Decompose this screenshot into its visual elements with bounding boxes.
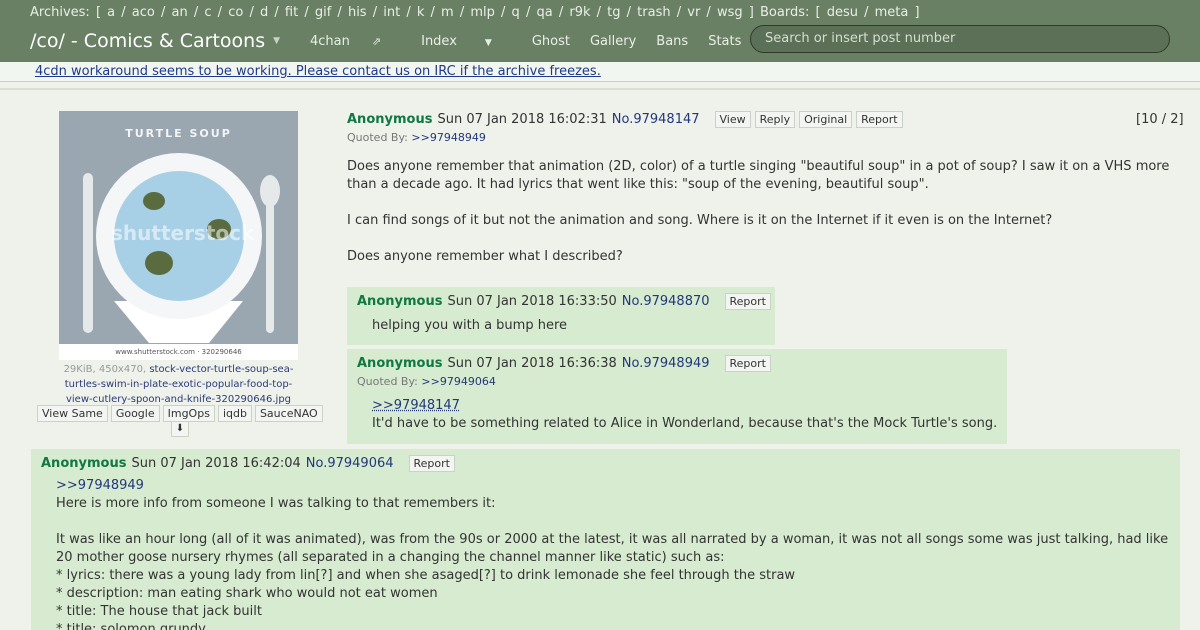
post-date: Sun 07 Jan 2018 16:02:31 <box>437 112 607 127</box>
download-icon[interactable]: ⬇ <box>171 421 189 437</box>
nav-gallery[interactable]: Gallery <box>590 34 636 49</box>
post-text: I can find songs of it but not the anima… <box>347 213 1053 228</box>
reply-button[interactable]: Reply <box>754 111 796 128</box>
external-link-icon: ⇗ <box>371 34 382 48</box>
op-header: Anonymous Sun 07 Jan 2018 16:02:31 No.97… <box>347 111 907 128</box>
reply-post: Anonymous Sun 07 Jan 2018 16:33:50 No.97… <box>347 287 775 345</box>
image-search-buttons: View Same Google ImgOps iqdb SauceNAO <box>37 405 323 422</box>
archive-link-r9k[interactable]: r9k <box>569 5 590 20</box>
poster-name: Anonymous <box>357 294 443 309</box>
post-number-link[interactable]: No.97948949 <box>622 356 710 371</box>
post-text: helping you with a bump here <box>372 318 567 333</box>
top-bar: Archives: [ a / aco / an / c / co / d / … <box>0 0 1200 62</box>
post-text: Does anyone remember what I described? <box>347 249 623 264</box>
post-text: * description: man eating shark who woul… <box>56 586 438 601</box>
post-date: Sun 07 Jan 2018 16:36:38 <box>447 356 617 371</box>
post-date: Sun 07 Jan 2018 16:33:50 <box>447 294 617 309</box>
quote-link[interactable]: >>97948949 <box>56 477 1176 495</box>
report-button[interactable]: Report <box>856 111 903 128</box>
quote-link[interactable]: >>97949064 <box>421 375 495 388</box>
archive-link-wsg[interactable]: wsg <box>717 5 743 20</box>
notice-link[interactable]: 4cdn workaround seems to be working. Ple… <box>35 64 601 79</box>
quote-link[interactable]: >>97948147 <box>372 397 460 415</box>
notice-bar: 4cdn workaround seems to be working. Ple… <box>0 62 1200 82</box>
quote-link[interactable]: >>97948949 <box>411 131 485 144</box>
iqdb-button[interactable]: iqdb <box>217 405 252 422</box>
archive-link-trash[interactable]: trash <box>637 5 670 20</box>
archive-link-d[interactable]: d <box>260 5 268 20</box>
quoted-by: Quoted By: >>97949064 <box>357 375 496 388</box>
board-title[interactable]: /co/ - Comics & Cartoons <box>30 30 265 52</box>
post-text: * lyrics: there was a young lady from li… <box>56 568 796 583</box>
archive-link-aco[interactable]: aco <box>132 5 155 20</box>
poster-name: Anonymous <box>41 456 127 471</box>
nav-index[interactable]: Index ▼ <box>421 34 512 49</box>
report-button[interactable]: Report <box>408 455 455 472</box>
main-nav: /co/ - Comics & Cartoons ▼ 4chan ⇗ Index ▼… <box>30 28 761 54</box>
archive-link-his[interactable]: his <box>348 5 367 20</box>
google-button[interactable]: Google <box>110 405 160 422</box>
thumbnail-watermark: shutterstock <box>111 221 255 245</box>
nav-4chan[interactable]: 4chan ⇗ <box>310 34 401 49</box>
post-date: Sun 07 Jan 2018 16:42:04 <box>131 456 301 471</box>
view-same-button[interactable]: View Same <box>37 405 108 422</box>
post-text: * title: solomon grundy <box>56 622 206 630</box>
post-text: It was like an hour long (all of it was … <box>56 532 1169 565</box>
chevron-down-icon: ▼ <box>484 37 492 48</box>
file-meta: 29KiB, 450x470, <box>63 364 147 375</box>
post-text: Does anyone remember that animation (2D,… <box>347 159 1170 192</box>
post-number-link[interactable]: No.97948870 <box>622 294 710 309</box>
poster-name: Anonymous <box>357 356 443 371</box>
post-text <box>56 513 1176 531</box>
view-button[interactable]: View <box>714 111 751 128</box>
archive-link-c[interactable]: c <box>204 5 211 20</box>
post-text: Here is more info from someone I was tal… <box>56 496 496 511</box>
nav-bans[interactable]: Bans <box>656 34 688 49</box>
divider <box>0 88 1200 90</box>
boards-label: Boards: <box>759 5 810 20</box>
nav-stats[interactable]: Stats <box>708 34 741 49</box>
archive-link-q[interactable]: q <box>512 5 520 20</box>
archive-link-vr[interactable]: vr <box>687 5 700 20</box>
saucenao-button[interactable]: SauceNAO <box>254 405 323 422</box>
quoted-by: Quoted By: >>97948949 <box>347 131 486 144</box>
report-button[interactable]: Report <box>724 355 771 372</box>
archive-link-int[interactable]: int <box>383 5 400 20</box>
archive-link-m[interactable]: m <box>441 5 454 20</box>
post-thumbnail[interactable]: TURTLE SOUP shutterstock www.shutterstoc… <box>59 111 298 360</box>
post-number-link[interactable]: No.97948147 <box>612 112 700 127</box>
archives-label: Archives: <box>30 5 90 20</box>
post-text: * title: The house that jack built <box>56 604 262 619</box>
reply-post: Anonymous Sun 07 Jan 2018 16:42:04 No.97… <box>31 449 1180 630</box>
search-input[interactable]: Search or insert post number <box>750 25 1170 53</box>
board-link-meta[interactable]: meta <box>875 5 909 20</box>
board-link-desu[interactable]: desu <box>827 5 858 20</box>
post-number-link[interactable]: No.97949064 <box>306 456 394 471</box>
imgops-button[interactable]: ImgOps <box>162 405 215 422</box>
archive-link-gif[interactable]: gif <box>315 5 331 20</box>
archive-link-a[interactable]: a <box>107 5 115 20</box>
thumbnail-footer: www.shutterstock.com · 320290646 <box>59 344 298 360</box>
nav-ghost[interactable]: Ghost <box>532 34 570 49</box>
archive-link-fit[interactable]: fit <box>285 5 298 20</box>
archive-link-co[interactable]: co <box>228 5 243 20</box>
archive-link-mlp[interactable]: mlp <box>470 5 495 20</box>
archive-link-k[interactable]: k <box>417 5 425 20</box>
archive-link-an[interactable]: an <box>172 5 188 20</box>
archives-nav: Archives: [ a / aco / an / c / co / d / … <box>30 5 920 20</box>
reply-image-count: [10 / 2] <box>1136 112 1184 127</box>
poster-name: Anonymous <box>347 112 433 127</box>
report-button[interactable]: Report <box>724 293 771 310</box>
file-info: 29KiB, 450x470, stock-vector-turtle-soup… <box>59 362 298 407</box>
post-text: It'd have to be something related to Ali… <box>372 416 998 431</box>
thumbnail-title: TURTLE SOUP <box>125 127 232 140</box>
post-body: >>97948949 Here is more info from someon… <box>56 477 1176 630</box>
archive-link-tg[interactable]: tg <box>607 5 620 20</box>
archive-link-qa[interactable]: qa <box>536 5 552 20</box>
original-button[interactable]: Original <box>799 111 853 128</box>
reply-post: Anonymous Sun 07 Jan 2018 16:36:38 No.97… <box>347 349 1007 444</box>
chevron-down-icon[interactable]: ▼ <box>273 36 280 46</box>
post-body: >>97948147 It'd have to be something rel… <box>372 397 997 433</box>
op-body: Does anyone remember that animation (2D,… <box>347 158 1187 284</box>
